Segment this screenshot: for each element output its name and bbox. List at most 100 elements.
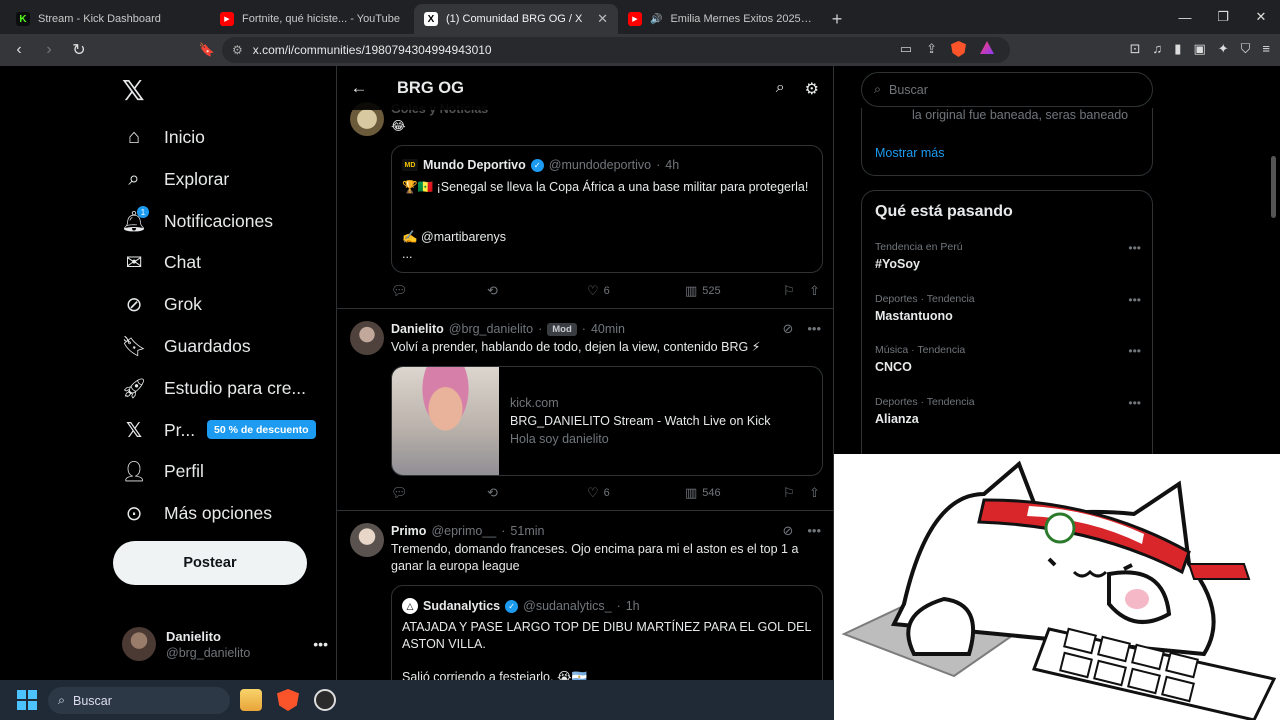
more-dots-icon[interactable]: •••: [1128, 241, 1141, 255]
gear-icon[interactable]: ⚙: [805, 79, 819, 99]
taskbar-search-label: Buscar: [73, 693, 112, 708]
repost-button[interactable]: ⟲: [487, 283, 498, 299]
quote-text-line: 🏆🇸🇳 ¡Senegal se lleva la Copa África a u…: [402, 180, 809, 194]
nav-item-grok[interactable]: ⊘ Grok: [122, 284, 202, 324]
quote-text-line: ATAJADA Y PASE LARGO TOP DE DIBU MARTÍNE…: [402, 620, 811, 651]
show-more-link[interactable]: Mostrar más: [875, 146, 944, 160]
like-button[interactable]: ♡ 6: [587, 485, 610, 501]
trend-item[interactable]: Tendencia en Perú #YoSoy •••: [875, 241, 1141, 271]
trend-item[interactable]: Música · Tendencia CNCO •••: [875, 344, 1141, 374]
brave-browser-icon[interactable]: [277, 689, 299, 711]
vpn-icon[interactable]: ⛉: [1241, 41, 1251, 57]
reload-icon[interactable]: ↻: [66, 37, 92, 63]
bookmark-button[interactable]: ⚐: [783, 283, 795, 299]
reply-button[interactable]: 💬︎: [391, 485, 408, 501]
trend-item[interactable]: Deportes · Tendencia Mastantuono •••: [875, 293, 1141, 323]
nav-item-premium[interactable]: 𝕏 Pr...: [122, 410, 195, 450]
share-icon: ⇧: [809, 485, 820, 500]
quote-author-name[interactable]: Sudanalytics: [423, 599, 500, 613]
nav-label: Estudio para cre...: [164, 377, 307, 398]
more-dots-icon[interactable]: •••: [1128, 396, 1141, 410]
heart-icon: ♡: [587, 283, 599, 298]
trend-topic: #YoSoy: [875, 257, 920, 271]
site-info-icon[interactable]: ⚙: [232, 43, 243, 57]
close-window-icon[interactable]: ✕: [1242, 0, 1280, 34]
rule-text: la original fue baneada, seras baneado: [912, 108, 1129, 122]
post-button[interactable]: Postear: [113, 541, 307, 585]
file-explorer-icon[interactable]: [240, 689, 262, 711]
trend-item[interactable]: Deportes · Tendencia Alianza •••: [875, 396, 1141, 426]
browser-tab-active[interactable]: X (1) Comunidad BRG OG / X ✕: [414, 4, 618, 34]
taskbar-search[interactable]: ⌕ Buscar: [48, 687, 230, 714]
quote-author-name[interactable]: Mundo Deportivo: [423, 158, 526, 172]
nav-item-inicio[interactable]: ⌂ Inicio: [122, 117, 205, 157]
more-dots-icon[interactable]: •••: [807, 321, 821, 337]
repost-button[interactable]: ⟲: [487, 485, 498, 501]
sidebar-toggle-icon[interactable]: ▮: [1174, 41, 1181, 57]
nav-item-chat[interactable]: ✉ Chat: [122, 242, 201, 282]
grok-icon[interactable]: ⊘: [782, 523, 793, 539]
post-time: 51min: [510, 524, 545, 538]
more-dots-icon[interactable]: •••: [313, 636, 328, 652]
nav-item-mas-opciones[interactable]: ⊙ Más opciones: [122, 493, 272, 533]
browser-tab[interactable]: K Stream - Kick Dashboard: [6, 4, 210, 34]
x-logo-icon[interactable]: 𝕏: [122, 77, 148, 105]
screenshot-icon[interactable]: ⊡: [1130, 41, 1141, 57]
author-name[interactable]: Primo: [391, 524, 426, 538]
browser-tab[interactable]: ▶ 🔊 Emilia Mernes Exitos 2025 (Best C: [618, 4, 822, 34]
share-icon[interactable]: ⇪: [926, 41, 937, 57]
brave-shield-icon[interactable]: [951, 41, 966, 57]
more-dots-icon[interactable]: •••: [1128, 344, 1141, 358]
account-switcher[interactable]: Danielito @brg_danielito •••: [122, 624, 328, 664]
cast-icon[interactable]: ▭: [900, 41, 912, 57]
quoted-post[interactable]: △ Sudanalytics ✓ @sudanalytics_ · 1h ATA…: [391, 585, 823, 680]
grok-icon[interactable]: ⊘: [782, 321, 793, 337]
back-icon[interactable]: ‹: [6, 37, 32, 63]
more-dots-icon[interactable]: •••: [1128, 293, 1141, 307]
post-actions: 💬︎ ⟲ ♡ 6 ▥ 525 ⚐ ⇧: [391, 282, 823, 300]
share-button[interactable]: ⇧: [809, 283, 820, 299]
windows-start-icon[interactable]: [17, 690, 37, 710]
like-button[interactable]: ♡ 6: [587, 283, 610, 299]
wallet-icon[interactable]: ▣: [1193, 41, 1205, 57]
author-name[interactable]: Danielito: [391, 322, 444, 336]
speaker-icon[interactable]: 🔊: [650, 14, 662, 25]
restore-icon[interactable]: ❐: [1204, 0, 1242, 34]
link-card[interactable]: kick.com BRG_DANIELITO Stream - Watch Li…: [391, 366, 823, 476]
brave-rewards-icon[interactable]: [980, 41, 994, 54]
tab-close-icon[interactable]: ✕: [597, 11, 608, 27]
more-dots-icon[interactable]: •••: [807, 523, 821, 539]
new-tab-button[interactable]: +: [822, 4, 852, 34]
nav-item-explorar[interactable]: ⌕ Explorar: [122, 159, 229, 199]
premium-discount-badge[interactable]: 50 % de descuento: [207, 420, 316, 439]
views-button[interactable]: ▥ 525: [685, 283, 721, 299]
nav-item-notificaciones[interactable]: 🔔︎ 1 Notificaciones: [121, 201, 273, 241]
scrollbar-thumb[interactable]: [1271, 156, 1276, 218]
search-icon[interactable]: ⌕: [776, 79, 785, 99]
browser-tab[interactable]: ▶ Fortnite, qué hiciste... - YouTube: [210, 4, 414, 34]
forward-icon[interactable]: ›: [36, 37, 62, 63]
browser-tabbar: K Stream - Kick Dashboard ▶ Fortnite, qu…: [0, 0, 1280, 34]
address-bar[interactable]: ⚙ x.com/i/communities/198079430499494301…: [222, 37, 1010, 63]
share-button[interactable]: ⇧: [809, 485, 820, 501]
back-arrow-icon[interactable]: ←: [337, 78, 381, 98]
menu-icon[interactable]: ≡: [1262, 41, 1270, 57]
view-count: 546: [702, 487, 721, 499]
obs-icon[interactable]: [314, 689, 336, 711]
minimize-icon[interactable]: —: [1166, 0, 1204, 34]
post[interactable]: Primo @eprimo__ · 51min ⊘ ••• Tremendo, …: [337, 511, 833, 680]
search-input[interactable]: ⌕ Buscar: [861, 72, 1153, 107]
leo-ai-icon[interactable]: ✦: [1218, 41, 1229, 57]
post[interactable]: Danielito @brg_danielito · Mod · 40min ⊘…: [337, 309, 833, 511]
card-domain: kick.com: [510, 396, 559, 410]
nav-item-estudio[interactable]: 🚀︎ Estudio para cre...: [121, 368, 307, 408]
nav-item-perfil[interactable]: 👤︎ Perfil: [121, 451, 204, 491]
community-feed: ← BRG OG ⌕ ⚙ Goles y Noticias 😂 MD Mundo…: [336, 66, 834, 680]
bookmark-button[interactable]: ⚐: [783, 485, 795, 501]
reply-button[interactable]: 💬︎: [391, 283, 408, 299]
music-icon[interactable]: ♫: [1153, 41, 1163, 57]
bookmark-page-icon[interactable]: 🔖: [194, 37, 220, 63]
nav-item-guardados[interactable]: 🔖︎ Guardados: [121, 326, 250, 366]
views-button[interactable]: ▥ 546: [685, 485, 721, 501]
quoted-post[interactable]: MD Mundo Deportivo ✓ @mundodeportivo · 4…: [391, 145, 823, 273]
